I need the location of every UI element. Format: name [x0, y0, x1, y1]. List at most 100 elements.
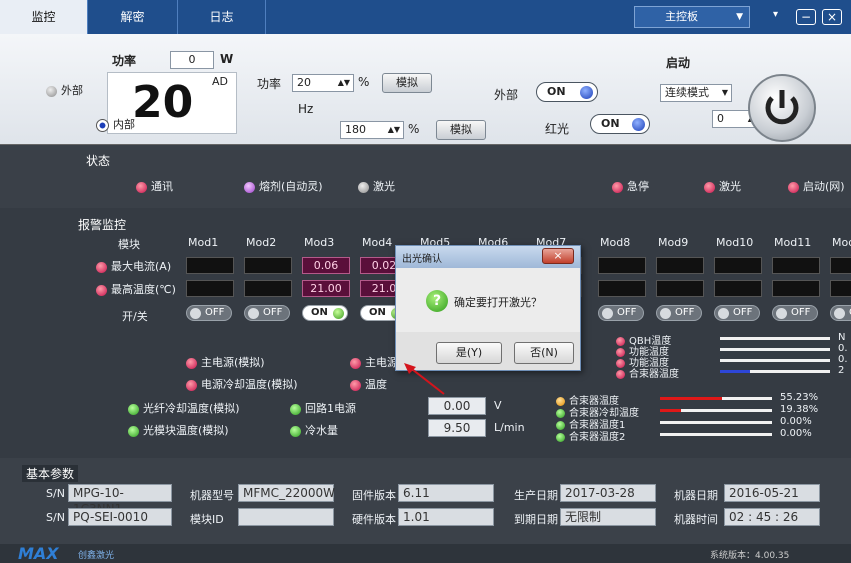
mode-select[interactable]: 连续模式 ▼ — [660, 84, 732, 102]
alarm-led-icon — [96, 284, 107, 296]
module-header: Mod4 — [362, 236, 393, 249]
module-switch[interactable]: OFF — [714, 305, 760, 321]
board-select[interactable]: 主控板 ▼ — [634, 6, 750, 28]
radio-external[interactable]: 外部 — [46, 82, 83, 98]
module-header: Mod10 — [716, 236, 754, 249]
freq-row-unit: % — [408, 122, 420, 136]
module-switch[interactable]: OFF — [244, 305, 290, 321]
power-row-label: 功率 — [257, 77, 282, 91]
alarm-title: 报警监控 — [78, 218, 127, 232]
redlight-toggle-state: ON — [601, 117, 620, 130]
expire-label: 到期日期 — [514, 513, 558, 526]
spin-icon: ▲▼ — [337, 78, 350, 87]
module-switch[interactable]: OFF — [656, 305, 702, 321]
row-max-temp: 最高温度(℃) — [96, 281, 176, 297]
radio-icon — [46, 85, 57, 97]
module-header: Mod11 — [774, 236, 812, 249]
qbh-label: 合束器温度 — [616, 365, 679, 380]
alarm-led-icon — [290, 403, 301, 415]
mid-unit-1: V — [494, 399, 502, 412]
divider — [0, 144, 851, 145]
power-spinbox[interactable]: 20 ▲▼ — [292, 74, 354, 92]
alarm-led-icon — [128, 425, 139, 437]
machine-date-label: 机器日期 — [674, 489, 718, 502]
left-label-4-text: 光模块温度(模拟) — [143, 424, 229, 437]
minimize-button[interactable]: − — [796, 9, 816, 25]
power-unit: W — [220, 52, 234, 66]
right-value: 0.00% — [780, 416, 812, 427]
module-id-label: 模块ID — [190, 513, 224, 526]
mid-label-4-text: 冷水量 — [305, 424, 338, 437]
freq-unit: Hz — [298, 102, 314, 116]
tab-monitor[interactable]: 监控 — [0, 0, 88, 34]
module-switch[interactable]: OFF — [186, 305, 232, 321]
qbh-bar — [720, 359, 830, 362]
start-label: 启动 — [666, 56, 691, 70]
module-header: Mod3 — [304, 236, 335, 249]
status-comm: 通讯 — [136, 178, 173, 194]
temp-cell — [244, 280, 292, 297]
radio-internal[interactable]: 内部 — [96, 116, 135, 132]
status-comm-label: 通讯 — [151, 180, 173, 193]
redlight-toggle[interactable]: ON — [590, 114, 650, 134]
mid-label-3: 回路1电源 — [290, 400, 356, 416]
board-select-label: 主控板 — [665, 10, 698, 23]
model-value: MFMC_22000W — [238, 484, 335, 502]
current-cell: 0.06 — [302, 257, 350, 274]
start-spinbox-value: 0 — [717, 112, 724, 125]
status-title: 状态 — [86, 154, 111, 168]
status-led-icon — [136, 181, 147, 193]
mid-label-1: 主电源 — [350, 354, 398, 370]
power-button[interactable] — [748, 74, 816, 142]
status-flux: 熔剂(自动灵) — [244, 178, 323, 194]
temp-cell — [830, 280, 851, 297]
hw-label: 硬件版本 — [352, 513, 396, 526]
module-header: Mod — [832, 236, 851, 249]
module-header: Mod1 — [188, 236, 219, 249]
freq-apply-button[interactable]: 模拟 — [436, 120, 486, 140]
freq-spinbox[interactable]: 180 ▲▼ — [340, 121, 404, 139]
pn-value: PQ-SEI-0010 — [68, 508, 172, 526]
status-laser2: 激光 — [704, 178, 741, 194]
menu-chevron-icon[interactable]: ▾ — [773, 9, 778, 20]
module-switch[interactable]: OFF — [772, 305, 818, 321]
row-max-temp-label: 最高温度(℃) — [111, 283, 176, 296]
close-button[interactable]: × — [822, 9, 842, 25]
right-value: 0.00% — [780, 428, 812, 439]
switch2-label: 红光 — [545, 122, 570, 136]
no-button[interactable]: 否(N) — [514, 342, 574, 364]
alarm-led-icon — [96, 261, 107, 273]
power-apply-button[interactable]: 模拟 — [382, 73, 432, 93]
tab-log[interactable]: 日志 — [178, 0, 266, 34]
status-section: 状态 通讯 熔剂(自动灵) 激光 急停 激光 启动(网) — [0, 144, 851, 208]
power-label: 功率 — [112, 54, 137, 68]
temp-cell — [714, 280, 762, 297]
power-readout: 0 — [170, 51, 214, 69]
model-label: 机器型号 — [190, 489, 234, 502]
left-label-3-text: 光纤冷却温度(模拟) — [143, 402, 240, 415]
temp-cell: 21.00 — [302, 280, 350, 297]
dialog-close-button[interactable]: × — [542, 248, 574, 264]
logo-subtitle: 创鑫激光 — [78, 551, 115, 561]
machine-time-label: 机器时间 — [674, 513, 718, 526]
module-header: Mod8 — [600, 236, 631, 249]
qbh-led-icon — [616, 369, 625, 379]
row-switch: 开/关 — [122, 310, 148, 323]
fw-label: 固件版本 — [352, 489, 396, 502]
left-label-1: 主电源(模拟) — [186, 354, 265, 370]
alarm-led-icon — [186, 357, 197, 369]
sn-label: S/N — [46, 487, 65, 500]
right-value: 19.38% — [780, 404, 819, 415]
external-toggle[interactable]: ON — [536, 82, 598, 102]
module-switch[interactable]: OFF — [830, 305, 851, 321]
current-cell — [772, 257, 820, 274]
chevron-down-icon: ▼ — [721, 88, 728, 97]
tab-decrypt[interactable]: 解密 — [88, 0, 178, 34]
module-switch[interactable]: ON — [302, 305, 348, 321]
alarm-led-icon — [128, 403, 139, 415]
current-cell — [830, 257, 851, 274]
machine-time-value: 02 : 45 : 26 — [724, 508, 820, 526]
pn-label: S/N — [46, 511, 65, 524]
temp-cell — [772, 280, 820, 297]
module-switch[interactable]: OFF — [598, 305, 644, 321]
